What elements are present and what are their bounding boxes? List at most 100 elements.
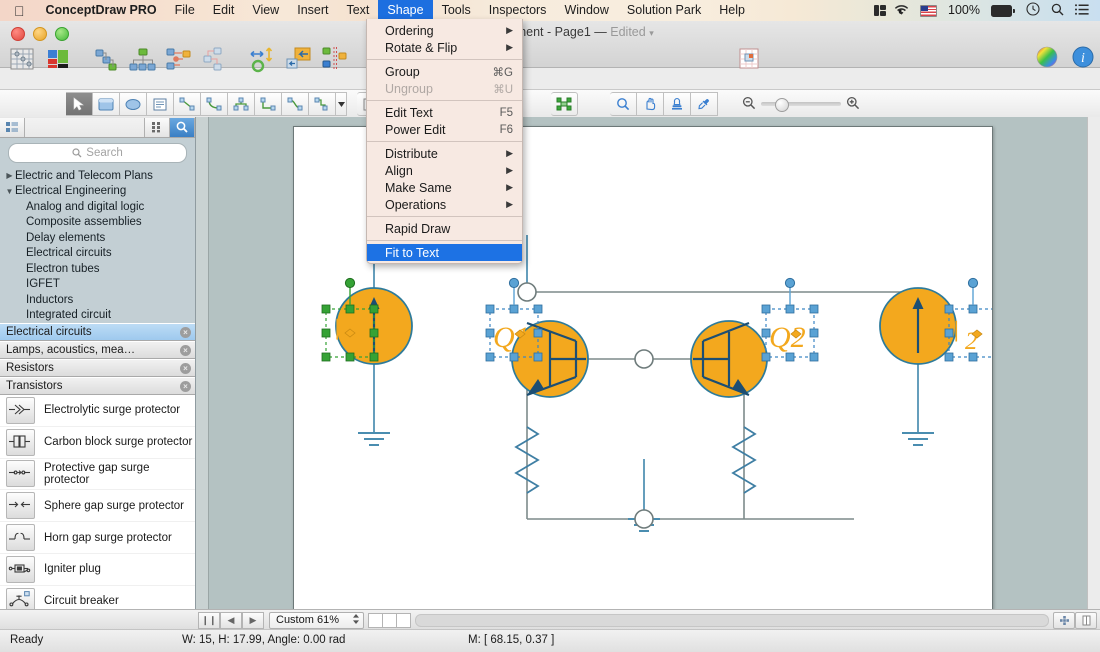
list-item[interactable]: Horn gap surge protector (0, 522, 195, 554)
menu-item-rapid-draw[interactable]: Rapid Draw (367, 220, 522, 237)
menu-item-group[interactable]: Group ⌘G (367, 63, 522, 80)
chevron-down-icon[interactable]: ▼ (4, 187, 15, 196)
radial-layout-icon[interactable] (164, 45, 194, 75)
tree-layout-icon[interactable] (128, 45, 158, 75)
clock-icon[interactable] (1026, 2, 1040, 19)
stamp-tool[interactable] (664, 92, 691, 116)
canvas-area[interactable]: 1 ∣ Q1 (196, 117, 1100, 609)
menu-edit[interactable]: Edit (204, 0, 244, 21)
list-icon[interactable] (1075, 4, 1089, 18)
split-icon[interactable] (1075, 612, 1097, 629)
align-guides-icon[interactable] (320, 45, 350, 75)
tree-item-electron-tubes[interactable]: Electron tubes (0, 261, 195, 277)
menu-item-fit-to-text[interactable]: Fit to Text (367, 244, 522, 261)
tree-item-electric-and-telecom-plans[interactable]: ▶ Electric and Telecom Plans (0, 168, 195, 184)
eyedropper-tool[interactable] (691, 92, 718, 116)
menu-item-align[interactable]: Align ▶ (367, 162, 522, 179)
hand-tool[interactable] (637, 92, 664, 116)
library-search-button[interactable] (170, 118, 195, 137)
igniter-plug-icon[interactable] (6, 556, 35, 583)
tree-item-integrated-circuit[interactable]: Integrated circuit (0, 308, 195, 324)
shape-menu-dropdown[interactable]: Ordering ▶ Rotate & Flip ▶ Group ⌘G Ungr… (366, 19, 523, 264)
color-wheel-icon[interactable] (1035, 45, 1065, 75)
tree-item-igfet[interactable]: IGFET (0, 277, 195, 293)
shape-list[interactable]: Electrolytic surge protector Carbon bloc… (0, 395, 195, 624)
list-item[interactable]: Protective gap surge protector (0, 459, 195, 491)
close-icon[interactable]: × (180, 381, 191, 392)
search-input[interactable]: Search (8, 143, 187, 163)
prev-page-icon[interactable]: ◀ (220, 612, 242, 629)
text-tool[interactable] (147, 92, 174, 116)
hierarchy-layout-icon[interactable] (92, 45, 122, 75)
menu-shape[interactable]: Shape (378, 0, 432, 21)
library-tab-transistors[interactable]: Transistors × (0, 377, 195, 395)
menu-help[interactable]: Help (710, 0, 754, 21)
rectangle-tool[interactable] (93, 92, 120, 116)
zoom-slider-track[interactable] (761, 102, 841, 106)
list-item[interactable]: Carbon block surge protector (0, 427, 195, 459)
arc-connector-tool[interactable] (282, 92, 309, 116)
tree-item-electrical-circuits[interactable]: Electrical circuits (0, 246, 195, 262)
tree-item-delay-elements[interactable]: Delay elements (0, 230, 195, 246)
menu-solution-park[interactable]: Solution Park (618, 0, 710, 21)
grid-style-icon[interactable] (8, 45, 38, 75)
page-view-3[interactable] (397, 614, 410, 627)
protective-gap-surge-protector-icon[interactable] (6, 460, 35, 487)
close-icon[interactable]: × (180, 363, 191, 374)
menu-app-name[interactable]: ConceptDraw PRO (37, 0, 166, 21)
hypertext-tool[interactable] (551, 92, 578, 116)
menu-inspectors[interactable]: Inspectors (480, 0, 556, 21)
grid-view-icon[interactable] (145, 118, 170, 137)
tree-item-electrical-engineering[interactable]: ▼ Electrical Engineering (0, 184, 195, 200)
chevron-down-icon[interactable]: ▾ (649, 28, 654, 38)
library-tab-lamps-acoustics[interactable]: Lamps, acoustics, mea… × (0, 341, 195, 359)
sphere-gap-surge-protector-icon[interactable] (6, 492, 35, 519)
color-theme-icon[interactable] (44, 45, 74, 75)
vertical-scrollbar[interactable] (1087, 117, 1100, 609)
wifi-icon[interactable]: ◐ (898, 4, 909, 17)
menu-item-power-edit[interactable]: Power Edit F6 (367, 121, 522, 138)
fit-icon[interactable] (1053, 612, 1075, 629)
menu-insert[interactable]: Insert (288, 0, 337, 21)
electrolytic-surge-protector-icon[interactable] (6, 397, 35, 424)
info-icon[interactable]: i (1071, 45, 1100, 75)
pointer-tool[interactable] (66, 92, 93, 116)
menu-item-operations[interactable]: Operations ▶ (367, 196, 522, 213)
grid-icon[interactable] (874, 5, 887, 16)
list-item[interactable]: Igniter plug (0, 554, 195, 586)
menu-item-edit-text[interactable]: Edit Text F5 (367, 104, 522, 121)
tree-connector-tool[interactable] (228, 92, 255, 116)
tree-item-analog-and-digital-logic[interactable]: Analog and digital logic (0, 199, 195, 215)
list-item[interactable]: Electrolytic surge protector (0, 395, 195, 427)
zoom-slider[interactable] (742, 96, 860, 113)
pause-icon[interactable]: ❙❙ (198, 612, 220, 629)
menu-item-distribute[interactable]: Distribute ▶ (367, 145, 522, 162)
close-icon[interactable]: × (180, 345, 191, 356)
page-setup-icon[interactable] (735, 45, 765, 75)
menu-window[interactable]: Window (555, 0, 617, 21)
menu-item-make-same[interactable]: Make Same ▶ (367, 179, 522, 196)
us-flag-icon[interactable] (920, 5, 937, 17)
menu-item-ordering[interactable]: Ordering ▶ (367, 22, 522, 39)
zoom-in-icon[interactable] (846, 96, 860, 113)
zoom-select[interactable]: Custom 61% (269, 612, 364, 629)
horizontal-scrollbar[interactable] (415, 614, 1049, 627)
curve-connector-tool[interactable] (201, 92, 228, 116)
carbon-block-surge-protector-icon[interactable] (6, 429, 35, 456)
stepper-icon[interactable] (352, 613, 360, 628)
close-icon[interactable]: × (180, 327, 191, 338)
flow-layout-icon[interactable] (200, 45, 230, 75)
menu-tools[interactable]: Tools (433, 0, 480, 21)
library-tab-electrical-circuits[interactable]: Electrical circuits × (0, 323, 195, 341)
page-view-buttons[interactable] (368, 613, 411, 628)
right-angle-connector-tool[interactable] (255, 92, 282, 116)
list-view-icon[interactable] (0, 118, 25, 137)
chevron-right-icon[interactable]: ▶ (4, 171, 15, 180)
line-connector-tool[interactable] (174, 92, 201, 116)
library-tab-resistors[interactable]: Resistors × (0, 359, 195, 377)
tree-item-inductors[interactable]: Inductors (0, 292, 195, 308)
apple-logo-icon[interactable]:  (0, 4, 37, 18)
zoom-tool[interactable] (610, 92, 637, 116)
search-icon[interactable] (1051, 3, 1064, 19)
battery-charging-icon[interactable] (991, 5, 1015, 17)
